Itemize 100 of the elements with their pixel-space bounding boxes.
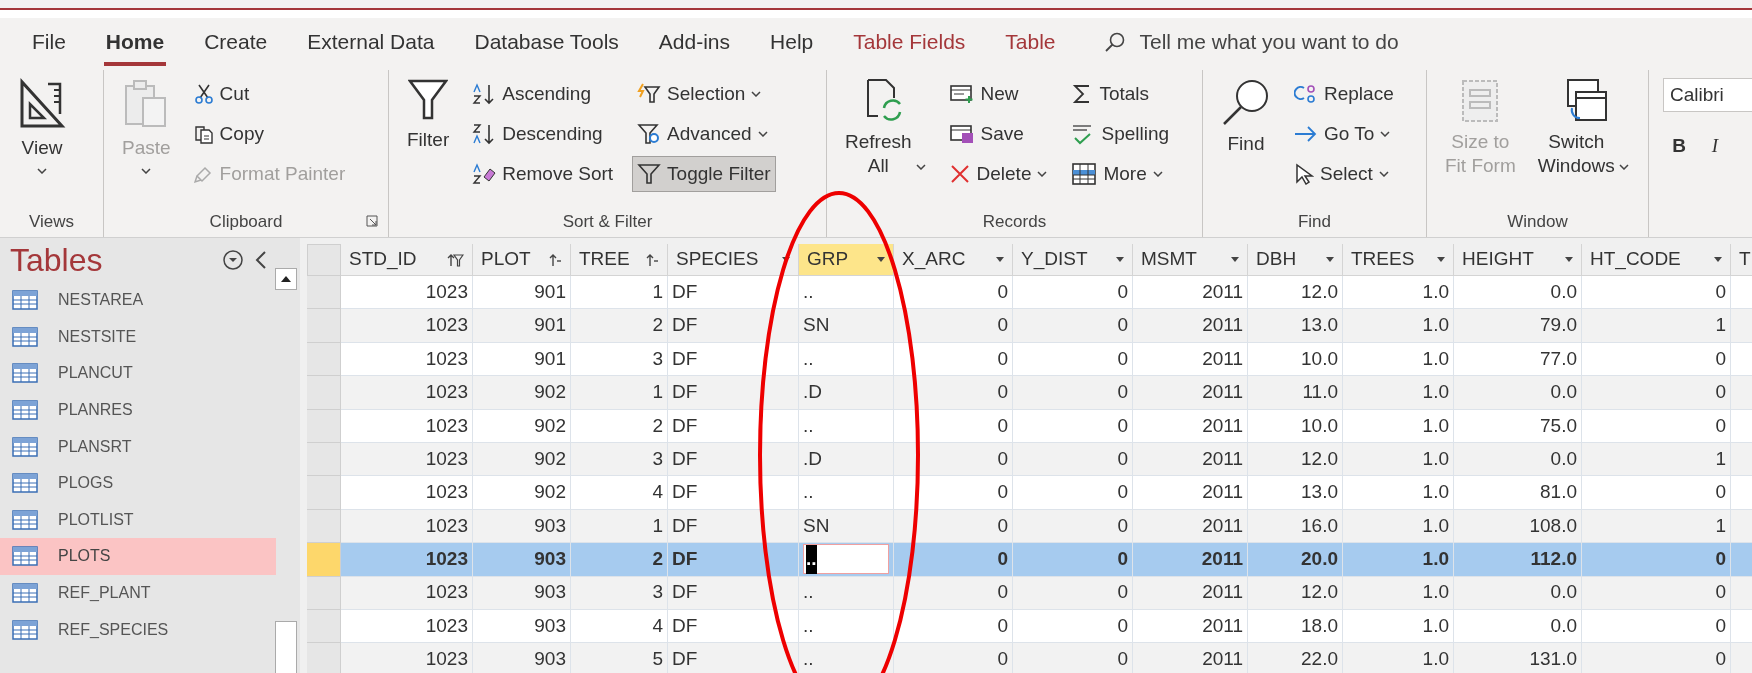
record-selector[interactable] <box>307 309 341 343</box>
table-cell-text: 12.0 <box>1301 279 1338 304</box>
ribbon-button[interactable]: Refresh All <box>841 70 930 178</box>
record-selector[interactable] <box>307 476 341 510</box>
table-cell-text: 1023 <box>425 279 468 304</box>
ribbon-button[interactable]: More <box>1066 156 1175 192</box>
table-cell-text: DF <box>672 446 698 471</box>
ribbon-button[interactable]: Totals <box>1066 76 1175 112</box>
ribbon-button[interactable]: Spelling <box>1066 116 1175 152</box>
record-selector[interactable] <box>307 376 341 410</box>
dropdown-circle-icon[interactable] <box>222 249 244 271</box>
ribbon-tab[interactable]: Database Tools <box>472 18 621 66</box>
ribbon-button[interactable]: Switch Windows <box>1533 70 1633 178</box>
table-list-item[interactable]: REF_SPECIES <box>0 611 276 648</box>
editing-cell[interactable]: .. <box>803 544 889 575</box>
table-cell-text: 2011 <box>1202 513 1243 538</box>
ribbon-tab[interactable]: Table <box>1003 18 1058 66</box>
ribbon-button[interactable]: Select <box>1289 156 1399 192</box>
table-list-item[interactable]: PLANCUT <box>0 355 276 392</box>
column-header[interactable]: HT_CODE <box>1582 244 1731 276</box>
record-selector[interactable] <box>307 442 341 477</box>
record-selector[interactable] <box>307 276 341 310</box>
table-list-item[interactable]: PLOTS <box>0 538 276 575</box>
column-header[interactable]: STD_ID <box>341 244 473 276</box>
record-selector[interactable] <box>307 609 341 644</box>
table-list-item[interactable]: REF_PLANT <box>0 574 276 612</box>
table-cell-text: 16.0 <box>1301 513 1338 538</box>
ribbon-tab[interactable]: Add-ins <box>656 18 733 66</box>
scroll-thumb[interactable] <box>275 621 297 673</box>
table-cell-text: 1023 <box>425 480 468 505</box>
ribbon-button[interactable]: New <box>943 76 1053 112</box>
triangle-ruler-icon <box>18 78 66 130</box>
save-record-icon <box>948 124 975 144</box>
record-selector[interactable] <box>307 576 341 610</box>
table-icon <box>12 546 38 567</box>
table-cell-text: DF <box>672 480 698 505</box>
table-cell-text: 902 <box>534 413 566 438</box>
ribbon-button[interactable]: Replace <box>1289 76 1399 112</box>
ribbon-button[interactable]: Remove Sort <box>467 156 619 192</box>
record-selector[interactable] <box>307 409 341 443</box>
table-list-item[interactable]: NESTAREA <box>0 282 276 319</box>
table-cell-text: DF <box>672 580 698 605</box>
ribbon-button[interactable]: Advanced <box>632 116 776 152</box>
ribbon-button[interactable]: Descending <box>467 116 619 152</box>
column-header[interactable]: TREES <box>1343 244 1454 276</box>
column-header[interactable]: PLOT <box>473 244 571 276</box>
column-header[interactable]: HEIGHT <box>1454 244 1582 276</box>
record-selector[interactable] <box>307 643 341 673</box>
column-header[interactable]: GRP <box>799 244 894 276</box>
dropdown-arrow-icon <box>1437 257 1445 262</box>
ribbon-button[interactable]: Selection <box>632 76 776 112</box>
collapse-icon[interactable] <box>254 249 268 271</box>
ribbon-tab[interactable]: Home <box>103 18 167 66</box>
sort-ascending-icon <box>472 83 497 105</box>
search-field[interactable]: Tell me what you want to do <box>1103 26 1399 58</box>
ribbon-button[interactable]: Go To <box>1289 116 1399 152</box>
ribbon-tab[interactable]: External Data <box>305 18 437 66</box>
ribbon-tab[interactable]: Create <box>202 18 270 66</box>
ribbon-button[interactable]: Save <box>943 116 1053 152</box>
ribbon-tab[interactable]: Help <box>768 18 816 66</box>
column-header[interactable]: X_ARC <box>894 244 1013 276</box>
record-selector[interactable] <box>307 509 341 544</box>
column-header[interactable]: MSMT <box>1133 244 1248 276</box>
ribbon-button[interactable]: Delete <box>943 156 1053 192</box>
column-header[interactable]: DBH <box>1248 244 1343 276</box>
format-button[interactable]: B <box>1669 132 1689 161</box>
column-header[interactable]: TREE <box>571 244 668 276</box>
table-icon <box>12 583 38 604</box>
select-all-corner[interactable] <box>307 244 341 276</box>
ribbon-button[interactable]: Copy <box>188 116 351 152</box>
table-cell-text: 0 <box>1715 613 1726 638</box>
table-cell-text: 2011 <box>1202 647 1243 672</box>
table-cell-text: 903 <box>534 547 566 572</box>
table-cell-text: 0 <box>1715 580 1726 605</box>
table-cell-text: 4 <box>652 613 663 638</box>
group-label: Sort & Filter <box>562 211 653 234</box>
ribbon-button[interactable]: Cut <box>188 76 351 112</box>
font-field[interactable]: Calibri <box>1663 78 1752 112</box>
table-list-item[interactable]: NESTSITE <box>0 318 276 356</box>
record-selector[interactable] <box>307 342 341 377</box>
ribbon-button[interactable]: Toggle Filter <box>632 156 776 192</box>
ribbon-tab[interactable]: Table Fields <box>851 18 968 66</box>
table-cell-text: 1.0 <box>1422 513 1449 538</box>
ribbon-button[interactable]: Find <box>1217 70 1275 156</box>
column-header[interactable]: Y_DIST <box>1013 244 1133 276</box>
ribbon-button[interactable]: Filter <box>403 70 454 152</box>
format-button[interactable]: I <box>1705 132 1725 161</box>
ribbon-button[interactable]: View <box>14 70 70 174</box>
table-cell-text: DF <box>672 647 698 672</box>
table-cell-text: 0.0 <box>1550 580 1577 605</box>
record-selector[interactable] <box>307 543 341 577</box>
table-list-item[interactable]: PLANSRT <box>0 428 276 465</box>
ribbon-button[interactable]: Ascending <box>467 76 619 112</box>
ribbon-tab[interactable]: File <box>30 18 68 66</box>
table-list-item[interactable]: PLOTLIST <box>0 501 276 539</box>
table-cell-text: 0 <box>997 613 1008 638</box>
table-list-item[interactable]: PLANRES <box>0 391 276 429</box>
table-list-item[interactable]: PLOGS <box>0 464 276 502</box>
table-cell-text: 18.0 <box>1301 613 1338 638</box>
scroll-up-button[interactable] <box>275 268 297 290</box>
